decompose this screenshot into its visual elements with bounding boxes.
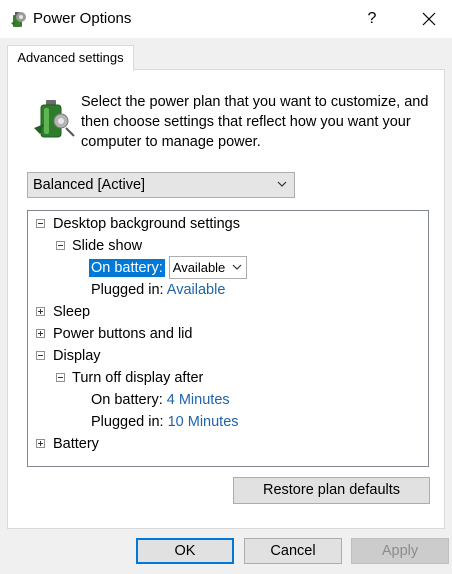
display-on-battery-label: On battery:: [91, 392, 163, 408]
plugged-in-label: Plugged in:: [91, 282, 164, 298]
close-button[interactable]: [414, 5, 444, 33]
tree-item-label: Display: [53, 348, 101, 364]
tree-item-slideshow-on-battery[interactable]: On battery: Available: [89, 256, 247, 279]
on-battery-select-value: Available: [172, 260, 226, 275]
settings-panel: Select the power plan that you want to c…: [7, 69, 445, 529]
expand-icon[interactable]: [36, 307, 45, 316]
power-plan-select[interactable]: Balanced [Active]: [27, 172, 295, 198]
collapse-icon[interactable]: [56, 373, 65, 382]
settings-tree[interactable]: Desktop background settings Slide show O…: [27, 210, 429, 467]
display-plugged-in-label: Plugged in:: [91, 414, 164, 430]
expand-icon[interactable]: [36, 439, 45, 448]
collapse-icon[interactable]: [36, 351, 45, 360]
cancel-button[interactable]: Cancel: [244, 538, 342, 564]
tree-item-display-plugged-in[interactable]: Plugged in: 10 Minutes: [91, 411, 239, 433]
restore-plan-defaults-button[interactable]: Restore plan defaults: [233, 477, 430, 504]
apply-button[interactable]: Apply: [351, 538, 449, 564]
power-plan-value: Balanced [Active]: [33, 177, 146, 193]
collapse-icon[interactable]: [36, 219, 45, 228]
expand-icon[interactable]: [36, 329, 45, 338]
tree-item-label: Power buttons and lid: [53, 326, 193, 342]
intro-text: Select the power plan that you want to c…: [81, 94, 429, 150]
help-button[interactable]: ?: [360, 5, 384, 33]
collapse-icon[interactable]: [56, 241, 65, 250]
title-bar: Power Options ?: [0, 0, 452, 38]
battery-icon: [34, 100, 75, 138]
tree-item-slideshow-plugged-in[interactable]: Plugged in: Available: [91, 279, 225, 301]
chevron-down-icon: [232, 264, 242, 270]
tree-item-label: Battery: [53, 436, 99, 452]
tree-item-label: Sleep: [53, 304, 91, 320]
chevron-down-icon: [277, 181, 287, 187]
power-options-icon: [11, 12, 26, 27]
tree-item-label: Slide show: [72, 238, 143, 254]
window-title: Power Options: [33, 10, 132, 27]
tab-advanced-settings[interactable]: Advanced settings: [7, 45, 134, 71]
on-battery-select[interactable]: Available: [168, 256, 247, 279]
tree-item-label: Desktop background settings: [53, 216, 240, 232]
on-battery-label: On battery:: [89, 259, 165, 277]
tree-item-display-on-battery[interactable]: On battery: 4 Minutes: [91, 389, 230, 411]
plugged-in-value-link[interactable]: Available: [167, 282, 226, 298]
close-icon: [422, 12, 436, 26]
display-plugged-in-value-link[interactable]: 10 Minutes: [168, 414, 239, 430]
tree-item-label: Turn off display after: [72, 370, 204, 386]
display-on-battery-value-link[interactable]: 4 Minutes: [167, 392, 230, 408]
ok-button[interactable]: OK: [136, 538, 234, 564]
